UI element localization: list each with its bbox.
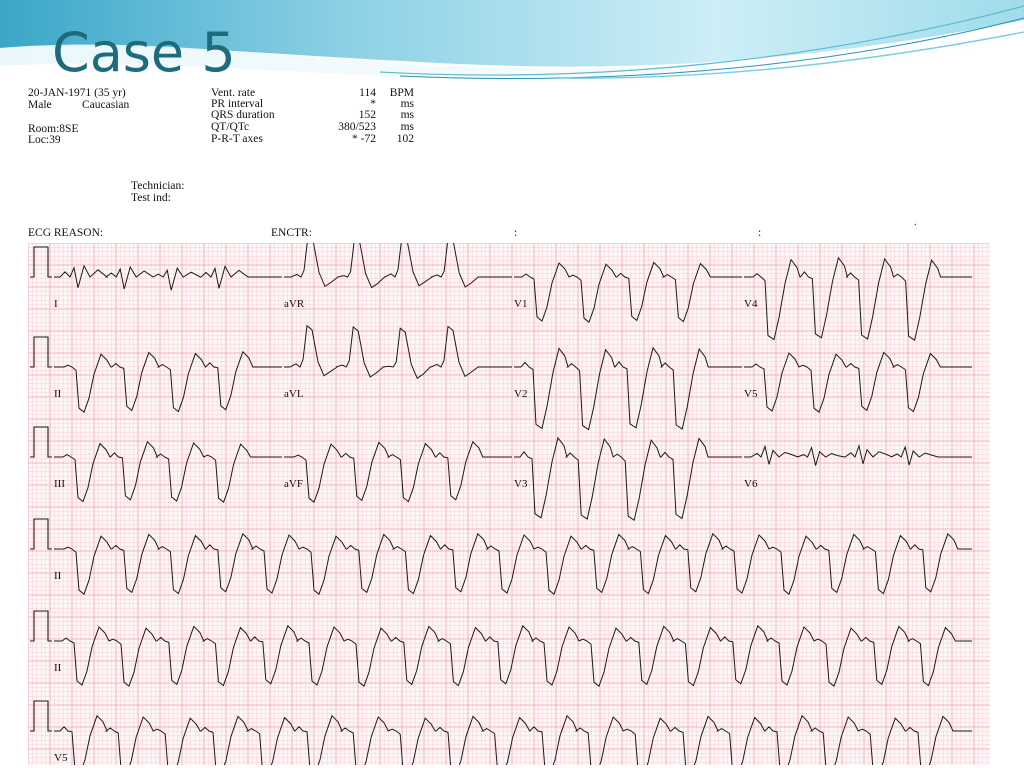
lead-label: II	[54, 388, 62, 400]
lead-label: V4	[744, 298, 758, 310]
lead-label: V1	[514, 298, 527, 310]
reason-colon: :	[758, 227, 762, 239]
test-indication-label: Test ind:	[131, 192, 171, 204]
ecg-grid	[28, 243, 990, 765]
lead-label: V2	[514, 388, 527, 400]
measure-unit: ms	[400, 121, 414, 133]
lead-label: V6	[744, 478, 758, 490]
lead-label: aVF	[284, 478, 303, 490]
patient-race: Caucasian	[82, 99, 130, 111]
slide-title: Case 5	[52, 21, 236, 84]
lead-label: aVL	[284, 388, 304, 400]
measure-value: * -72	[352, 133, 376, 145]
patient-location: Loc:39	[28, 134, 61, 146]
lead-label: aVR	[284, 298, 305, 310]
lead-label: II	[54, 662, 62, 674]
reason-colon: :	[514, 227, 518, 239]
ecg-strip: IaVR V1 V4 II aVL V2 V5 III aVF V3 V6 II II V5	[28, 243, 990, 765]
encounter-label: ENCTR:	[271, 227, 312, 239]
measure-value: 380/523	[338, 121, 376, 133]
lead-label: V5	[54, 752, 68, 764]
lead-label: V3	[514, 478, 528, 490]
technician-label: Technician:	[131, 180, 185, 192]
measure-value: 152	[358, 109, 376, 121]
lead-label: III	[54, 478, 65, 490]
lead-label: I	[54, 298, 58, 310]
lead-label: V5	[744, 388, 758, 400]
measure-label: QT/QTc	[211, 121, 250, 133]
ecg-report: 20-JAN-1971 (35 yr) Male Caucasian Room:…	[24, 84, 990, 768]
lead-label: II	[54, 570, 62, 582]
stray-mark: .	[914, 217, 917, 228]
measure-label: P-R-T axes	[211, 133, 263, 145]
measure-label: QRS duration	[211, 109, 275, 121]
patient-sex: Male	[28, 99, 52, 111]
measure-unit: ms	[400, 109, 414, 121]
measure-unit: 102	[396, 133, 414, 145]
patient-dob: 20-JAN-1971 (35 yr)	[28, 87, 126, 99]
ecg-reason-label: ECG REASON:	[28, 227, 104, 239]
